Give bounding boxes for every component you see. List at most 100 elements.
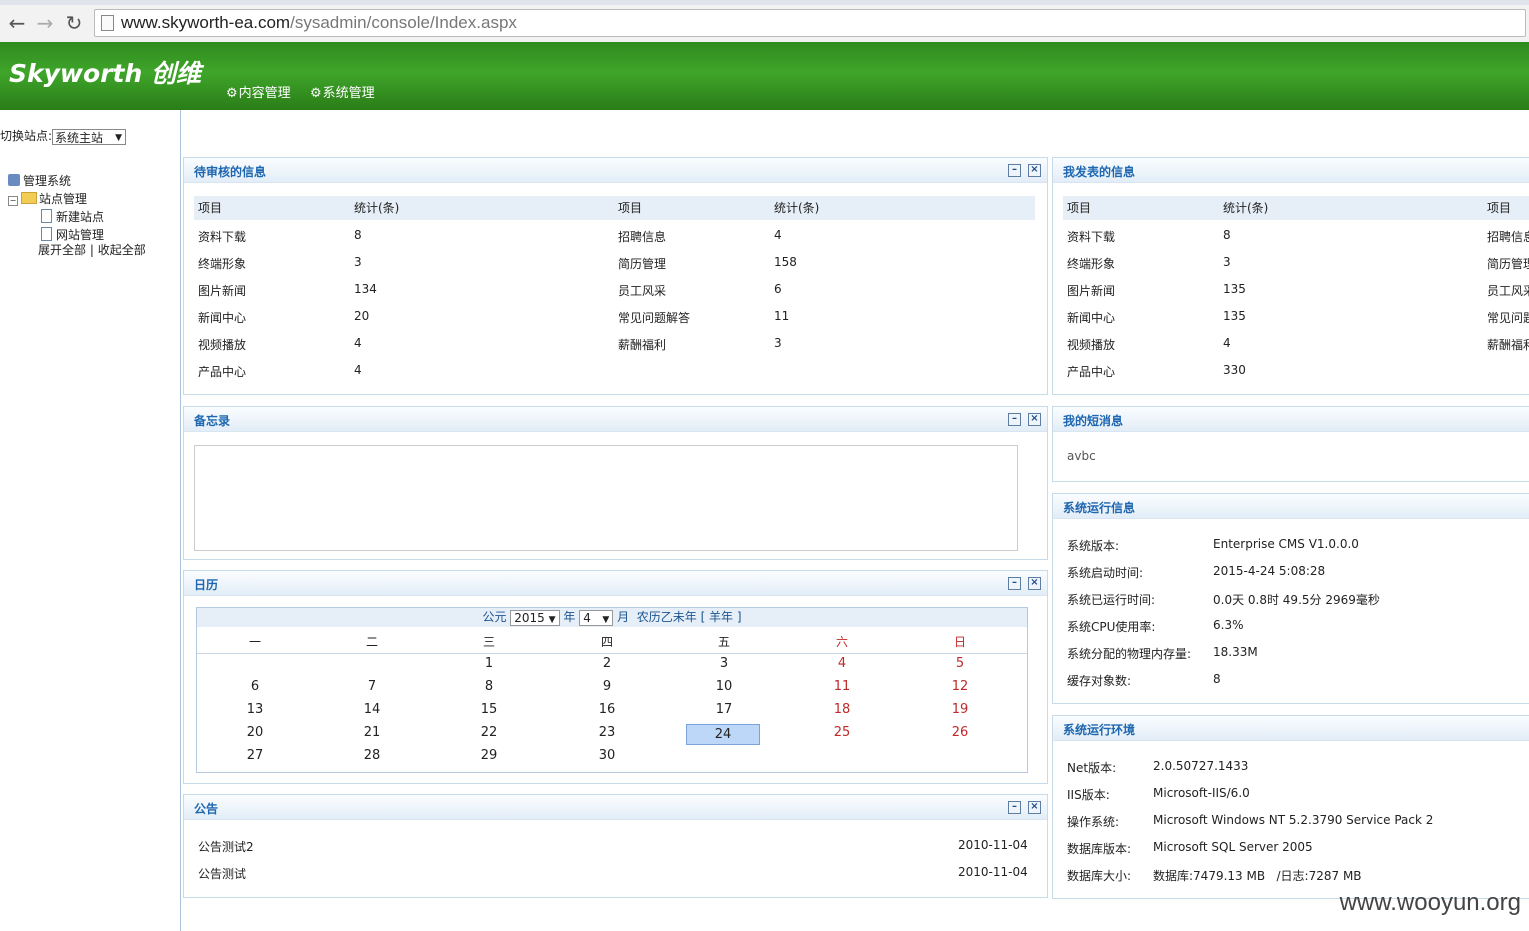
calendar-day[interactable]: 12: [940, 679, 980, 694]
tree-root[interactable]: 管理系统: [8, 172, 104, 190]
notice-date: 2010-11-04: [958, 838, 1028, 852]
panel-title: 系统运行信息: [1063, 501, 1136, 515]
minimize-icon[interactable]: –: [1008, 801, 1021, 814]
calendar-day[interactable]: 17: [704, 702, 744, 717]
reload-icon[interactable]: ↻: [63, 12, 85, 34]
memo-panel: 备忘录 – ×: [183, 406, 1048, 560]
calendar-day[interactable]: 2: [587, 656, 627, 671]
month-select[interactable]: 4 ▼: [579, 609, 614, 626]
weekday-header: 六: [836, 635, 849, 649]
url-host: www.skyworth-ea.com: [121, 13, 291, 32]
table-cell-item: 招聘信息: [1487, 230, 1529, 244]
close-icon[interactable]: ×: [1028, 413, 1041, 426]
site-select[interactable]: 系统主站 ▼: [52, 128, 127, 145]
minimize-icon[interactable]: –: [1008, 164, 1021, 177]
forward-icon[interactable]: →: [34, 12, 56, 34]
info-label: 系统启动时间:: [1067, 566, 1144, 580]
minimize-icon[interactable]: –: [1008, 413, 1021, 426]
table-cell-count: 135: [1223, 282, 1246, 296]
env-label: Net版本:: [1067, 761, 1117, 775]
table-cell-count: 330: [1223, 363, 1246, 377]
calendar-day[interactable]: 10: [704, 679, 744, 694]
calendar-day[interactable]: 1: [469, 656, 509, 671]
minimize-icon[interactable]: –: [1008, 577, 1021, 590]
published-info-panel: 我发表的信息 项目 统计(条) 项目 资料下载 8 终端形象 3 图片新闻 135 新闻中心…: [1052, 157, 1529, 395]
message-item[interactable]: avbc: [1067, 449, 1096, 463]
menu-system-management[interactable]: ⚙系统管理: [310, 82, 375, 101]
calendar-day[interactable]: 9: [587, 679, 627, 694]
table-cell-count: 3: [354, 255, 362, 269]
link-separator: |: [89, 243, 94, 257]
panel-title: 待审核的信息: [194, 165, 267, 179]
calendar-day[interactable]: 21: [352, 725, 392, 740]
tab-strip: [0, 0, 1529, 5]
close-icon[interactable]: ×: [1028, 801, 1041, 814]
table-cell-item: 员工风采: [1487, 284, 1529, 298]
table-cell-item: 薪酬福利: [618, 338, 667, 352]
calendar-day[interactable]: 7: [352, 679, 392, 694]
calendar-day[interactable]: 4: [822, 656, 862, 671]
calendar-day[interactable]: 25: [822, 725, 862, 740]
folder-icon: [21, 192, 37, 204]
notice-item[interactable]: 公告测试2: [198, 838, 254, 855]
calendar-day[interactable]: 13: [235, 702, 275, 717]
calendar-day[interactable]: 30: [587, 748, 627, 763]
table-cell-count: 4: [1223, 336, 1231, 350]
year-select[interactable]: 2015 ▼: [510, 609, 560, 626]
calendar-day[interactable]: 28: [352, 748, 392, 763]
collapse-all-link[interactable]: 收起全部: [98, 243, 146, 257]
env-label: 数据库版本:: [1067, 842, 1132, 856]
calendar-day[interactable]: 5: [940, 656, 980, 671]
table-cell-item: 招聘信息: [618, 230, 667, 244]
info-value: Enterprise CMS V1.0.0.0: [1213, 537, 1359, 551]
nav-tree: 管理系统 − 站点管理 新建站点 网站管理: [8, 172, 104, 244]
calendar-day-today[interactable]: 24: [686, 724, 760, 745]
calendar-day[interactable]: 3: [704, 656, 744, 671]
panel-header: 我的短消息: [1053, 407, 1529, 432]
calendar-day[interactable]: 14: [352, 702, 392, 717]
calendar-day[interactable]: 19: [940, 702, 980, 717]
lunar-year: 农历乙未年 [ 羊年 ]: [636, 610, 742, 624]
calendar-day[interactable]: 18: [822, 702, 862, 717]
table-cell-item: 终端形象: [1067, 257, 1116, 271]
panel-header: 日历 – ×: [184, 571, 1047, 596]
calendar-day[interactable]: 6: [235, 679, 275, 694]
table-cell-count: 4: [354, 336, 362, 350]
table-cell-item: 产品中心: [1067, 365, 1116, 379]
calendar-day[interactable]: 27: [235, 748, 275, 763]
calendar-day[interactable]: 20: [235, 725, 275, 740]
tree-item-new-site[interactable]: 新建站点: [8, 208, 104, 226]
table-cell-count: 134: [354, 282, 377, 296]
notice-item[interactable]: 公告测试: [198, 865, 246, 882]
browser-toolbar: ← → ↻ www.skyworth-ea.com/sysadmin/conso…: [0, 0, 1529, 43]
calendar-day[interactable]: 16: [587, 702, 627, 717]
expand-all-link[interactable]: 展开全部: [38, 243, 86, 257]
tree-expand-links: 展开全部 | 收起全部: [38, 241, 146, 258]
weekday-header: 一: [249, 635, 262, 649]
calendar-day[interactable]: 15: [469, 702, 509, 717]
close-icon[interactable]: ×: [1028, 164, 1041, 177]
close-icon[interactable]: ×: [1028, 577, 1041, 590]
calendar-day[interactable]: 8: [469, 679, 509, 694]
calendar-day[interactable]: 11: [822, 679, 862, 694]
table-cell-item: 图片新闻: [1067, 284, 1116, 298]
table-header: 项目 统计(条): [614, 196, 1035, 220]
info-label: 系统已运行时间:: [1067, 593, 1156, 607]
calendar-day[interactable]: 23: [587, 725, 627, 740]
address-bar[interactable]: www.skyworth-ea.com/sysadmin/console/Ind…: [94, 9, 1526, 37]
back-icon[interactable]: ←: [6, 12, 28, 34]
memo-textarea[interactable]: [194, 445, 1018, 551]
collapse-icon[interactable]: −: [8, 196, 18, 206]
env-label: IIS版本:: [1067, 788, 1110, 802]
table-cell-item: 薪酬福利: [1487, 338, 1529, 352]
calendar-day[interactable]: 26: [940, 725, 980, 740]
table-cell-count: 20: [354, 309, 370, 323]
calendar-day[interactable]: 22: [469, 725, 509, 740]
calendar-day[interactable]: 29: [469, 748, 509, 763]
env-value: Microsoft SQL Server 2005: [1153, 840, 1313, 854]
env-value: Microsoft-IIS/6.0: [1153, 786, 1250, 800]
calendar-panel: 日历 – × 公元 2015 ▼ 年 4 ▼ 月 农历乙未年 [ 羊年 ] 一 二…: [183, 570, 1048, 784]
tree-group-site-management[interactable]: − 站点管理: [8, 190, 104, 208]
menu-content-management[interactable]: ⚙内容管理: [226, 82, 291, 101]
panel-title: 日历: [194, 578, 219, 592]
